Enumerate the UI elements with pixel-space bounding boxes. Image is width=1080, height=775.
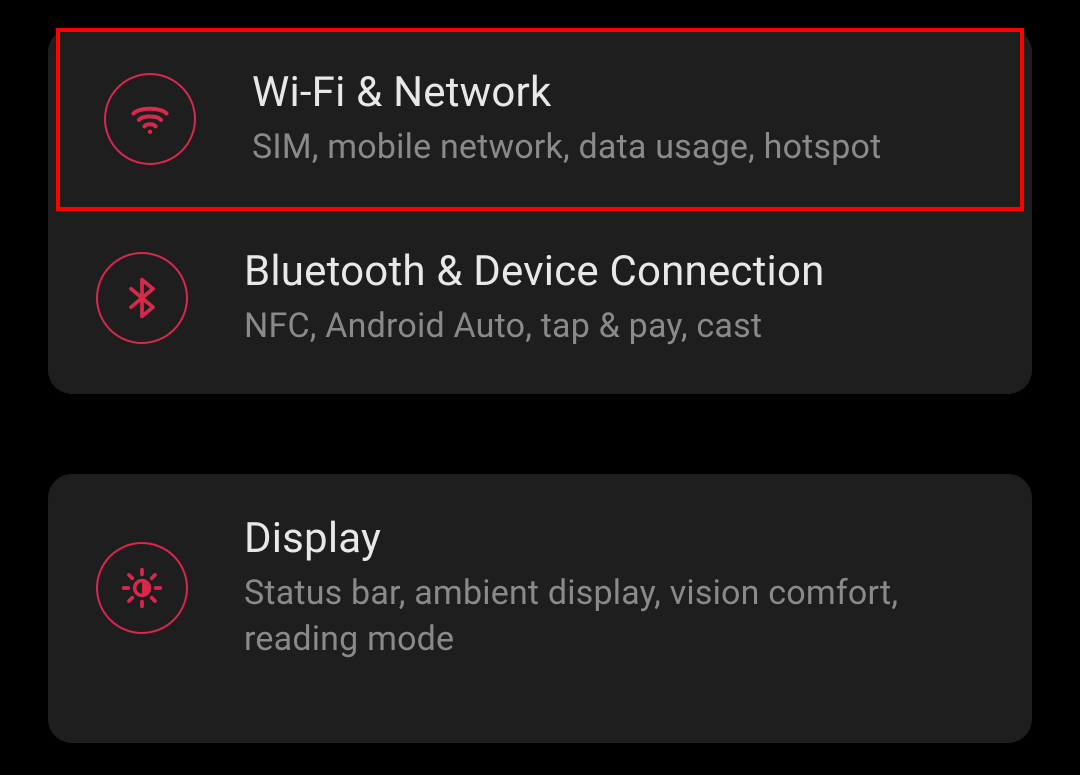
wifi-icon-circle — [104, 73, 196, 165]
bluetooth-icon — [120, 276, 164, 320]
settings-item-text: Bluetooth & Device Connection NFC, Andro… — [244, 247, 984, 350]
settings-item-text: Display Status bar, ambient display, vis… — [244, 514, 984, 663]
settings-item-title: Wi-Fi & Network — [252, 68, 976, 117]
settings-item-wifi-network[interactable]: Wi-Fi & Network SIM, mobile network, dat… — [56, 28, 1024, 211]
settings-item-subtitle: NFC, Android Auto, tap & pay, cast — [244, 304, 984, 350]
settings-item-title: Bluetooth & Device Connection — [244, 247, 984, 296]
brightness-icon-circle — [96, 542, 188, 634]
wifi-icon — [128, 97, 172, 141]
bluetooth-icon-circle — [96, 252, 188, 344]
settings-item-text: Wi-Fi & Network SIM, mobile network, dat… — [252, 68, 976, 171]
settings-item-bluetooth[interactable]: Bluetooth & Device Connection NFC, Andro… — [48, 211, 1032, 394]
settings-item-subtitle: SIM, mobile network, data usage, hotspot — [252, 125, 976, 171]
settings-group-network: Wi-Fi & Network SIM, mobile network, dat… — [48, 28, 1032, 394]
settings-item-title: Display — [244, 514, 984, 563]
brightness-icon — [120, 566, 164, 610]
settings-item-display[interactable]: Display Status bar, ambient display, vis… — [48, 474, 1032, 703]
settings-group-display: Display Status bar, ambient display, vis… — [48, 474, 1032, 743]
settings-item-subtitle: Status bar, ambient display, vision comf… — [244, 571, 984, 663]
